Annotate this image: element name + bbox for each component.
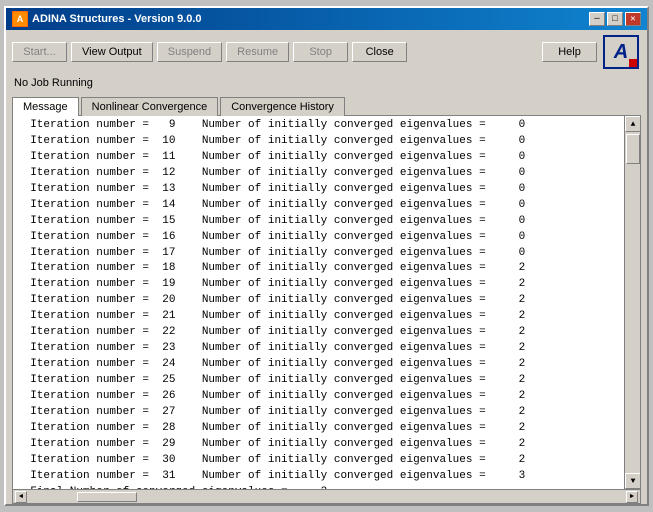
window-title: ADINA Structures - Version 9.0.0 — [32, 13, 202, 25]
adina-logo-area: A — [601, 34, 641, 70]
logo-accent — [629, 59, 637, 67]
help-button[interactable]: Help — [542, 42, 597, 62]
output-text: Iteration number = 9 Number of initially… — [13, 116, 624, 489]
window-close-button[interactable]: ✕ — [625, 12, 641, 26]
bottom-scrollbar-bar: ◄ ► — [13, 489, 640, 503]
scroll-track[interactable] — [625, 132, 640, 473]
stop-button[interactable]: Stop — [293, 42, 348, 62]
adina-logo-text: A — [614, 41, 628, 64]
status-bar: No Job Running — [6, 74, 647, 92]
scroll-h-thumb[interactable] — [77, 492, 137, 502]
scroll-down-button[interactable]: ▼ — [625, 473, 640, 489]
view-output-button[interactable]: View Output — [71, 42, 153, 62]
tab-convergence-history[interactable]: Convergence History — [220, 97, 345, 116]
maximize-button[interactable]: □ — [607, 12, 623, 26]
scroll-up-button[interactable]: ▲ — [625, 116, 640, 132]
main-window: A ADINA Structures - Version 9.0.0 ─ □ ✕… — [4, 6, 649, 506]
status-text: No Job Running — [14, 77, 93, 89]
scroll-right-button[interactable]: ► — [626, 491, 638, 503]
close-button[interactable]: Close — [352, 42, 407, 62]
title-bar-left: A ADINA Structures - Version 9.0.0 — [12, 11, 202, 27]
suspend-button[interactable]: Suspend — [157, 42, 222, 62]
minimize-button[interactable]: ─ — [589, 12, 605, 26]
start-button[interactable]: Start... — [12, 42, 67, 62]
scroll-h-track[interactable] — [27, 491, 626, 503]
tabs-container: Message Nonlinear Convergence Convergenc… — [6, 92, 647, 115]
content-area: Iteration number = 9 Number of initially… — [12, 115, 641, 504]
tab-message[interactable]: Message — [12, 97, 79, 116]
app-icon: A — [12, 11, 28, 27]
title-controls: ─ □ ✕ — [589, 12, 641, 26]
scroll-thumb[interactable] — [626, 134, 640, 164]
vertical-scrollbar[interactable]: ▲ ▼ — [624, 116, 640, 489]
resume-button[interactable]: Resume — [226, 42, 289, 62]
text-output: Iteration number = 9 Number of initially… — [13, 116, 640, 489]
tab-nonlinear-convergence[interactable]: Nonlinear Convergence — [81, 97, 219, 116]
title-bar: A ADINA Structures - Version 9.0.0 ─ □ ✕ — [6, 8, 647, 30]
scroll-left-button[interactable]: ◄ — [15, 491, 27, 503]
